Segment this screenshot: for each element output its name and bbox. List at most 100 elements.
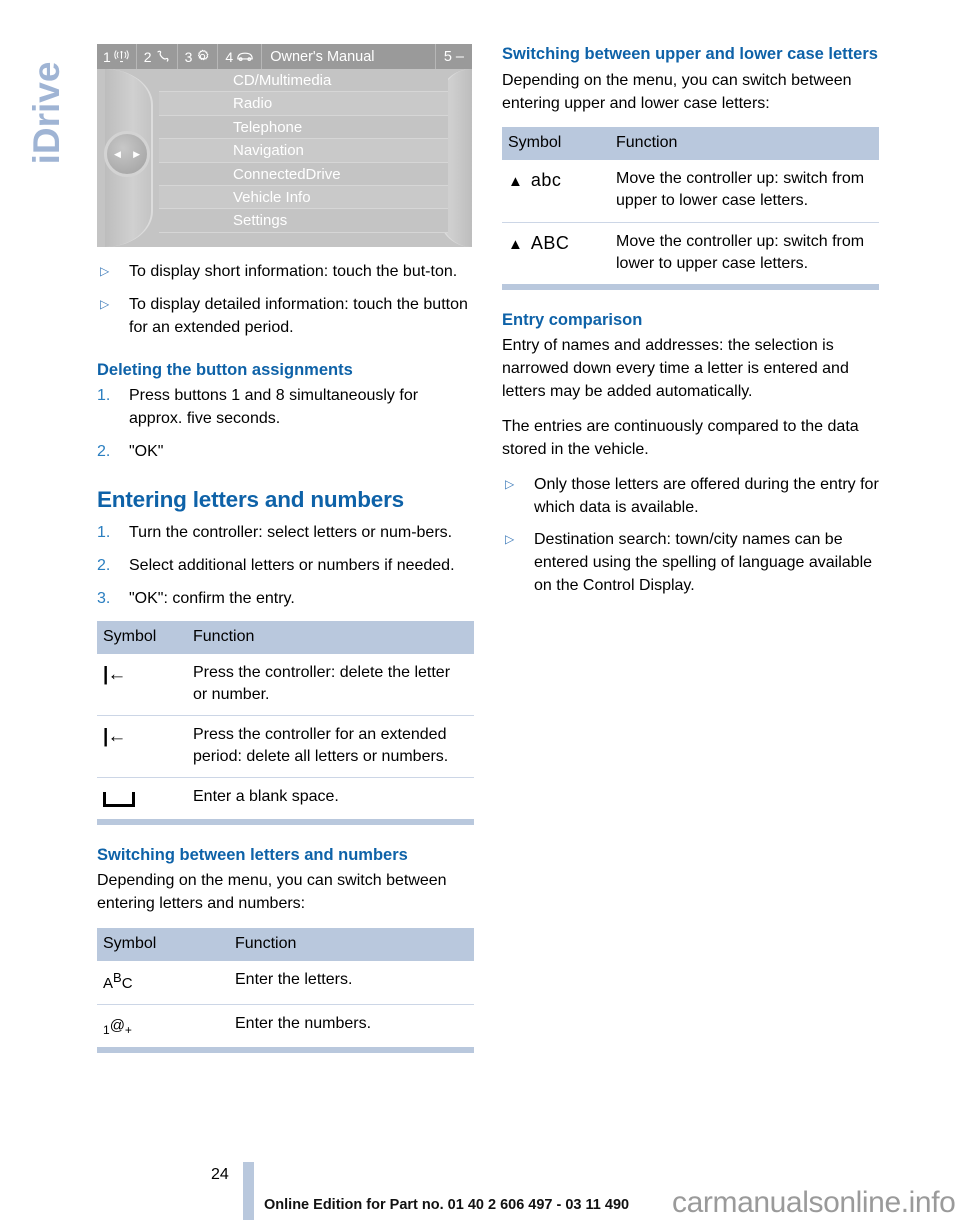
idrive-tab-3[interactable]: 3 [178, 44, 219, 69]
triangle-bullet-icon: ▷ [100, 296, 110, 311]
numbers-symbols-icon: 1@+ [103, 1016, 132, 1037]
footer-edition-text: Online Edition for Part no. 01 40 2 606 … [264, 1197, 630, 1213]
list-item: ▷ Only those letters are offered during … [502, 474, 879, 520]
list-item: 2. "OK" [97, 441, 474, 464]
table-cell-function: Enter the letters. [235, 971, 353, 989]
paragraph-switching-letters-numbers: Depending on the menu, you can switch be… [97, 872, 447, 913]
table-row: |← Press the controller: delete the lett… [97, 654, 474, 716]
idrive-menu-item[interactable]: CD/Multimedia [159, 69, 448, 93]
step-number: 1. [97, 524, 111, 542]
idrive-menu-item[interactable]: Settings [159, 209, 448, 233]
table-cell-symbol: |← [97, 654, 187, 716]
list-item-text: Turn the controller: select letters or n… [129, 524, 453, 542]
idrive-title: Owner's Manual [270, 48, 375, 65]
table-bottom-band [97, 1047, 474, 1054]
paragraph-entry-comparison-2: The entries are continuously compared to… [502, 417, 859, 458]
left-column: 1 2 3 4 Owner's Manual 5 – ◀ ▶ CD/Multim… [97, 44, 474, 1054]
triangle-bullet-icon: ▷ [505, 532, 515, 547]
idrive-tab-1[interactable]: 1 [97, 44, 137, 69]
idrive-topbar: 1 2 3 4 Owner's Manual 5 – [97, 44, 472, 69]
idrive-menu-item[interactable]: Radio [159, 92, 448, 116]
telephone-handset-icon [155, 49, 170, 64]
entry-comparison-bullet-list: ▷ Only those letters are offered during … [502, 474, 879, 598]
step-number: 2. [97, 557, 111, 575]
step-number: 1. [97, 387, 111, 405]
manual-page: iDrive 1 2 3 4 Owner's Manual 5 – ◀ ▶ CD… [0, 0, 960, 1222]
idrive-tab-2-number: 2 [143, 48, 152, 65]
table-header-row: Symbol Function [502, 127, 879, 161]
backspace-icon: |← [103, 663, 126, 685]
right-column: Switching between upper and lower case l… [502, 44, 879, 608]
deleting-steps-list: 1. Press buttons 1 and 8 simultaneously … [97, 385, 474, 464]
table-header-row: Symbol Function [97, 620, 474, 654]
abc-letters-icon: ABC [103, 970, 133, 993]
list-item: 3. "OK": confirm the entry. [97, 588, 474, 611]
list-item-text: "OK": confirm the entry. [129, 590, 295, 608]
paragraph-entry-comparison-1: Entry of names and addresses: the select… [502, 337, 849, 401]
chapter-tab: iDrive [0, 30, 90, 230]
table-header-function: Function [610, 127, 879, 161]
radio-antenna-icon [114, 49, 129, 64]
table-header-symbol: Symbol [97, 928, 229, 962]
list-item: 1. Turn the controller: select letters o… [97, 522, 474, 545]
idrive-body: ◀ ▶ CD/Multimedia Radio Telephone Naviga… [97, 69, 472, 247]
table-row: ABC Enter the letters. [97, 961, 474, 1004]
list-item: ▷ To display short information: touch th… [97, 261, 474, 284]
triangle-up-icon: ▲ [508, 235, 523, 253]
heading-entry-comparison: Entry comparison [502, 310, 643, 329]
idrive-tab-2[interactable]: 2 [137, 44, 178, 69]
idrive-tab-4[interactable]: 4 [218, 44, 263, 69]
backspace-icon: |← [103, 726, 126, 748]
table-cell-function: Press the controller: delete the letter … [193, 663, 451, 704]
idrive-controller-knob[interactable]: ◀ ▶ [104, 131, 150, 177]
step-number: 2. [97, 443, 111, 460]
table-cell-function: Press the controller for an extended per… [187, 715, 474, 778]
entering-steps-list: 1. Turn the controller: select letters o… [97, 522, 474, 611]
list-item: 1. Press buttons 1 and 8 simultaneously … [97, 385, 474, 431]
space-bar-icon [103, 792, 135, 808]
table-cell-symbol: |← [97, 715, 187, 778]
idrive-menu-item[interactable]: Vehicle Info [159, 185, 448, 210]
table-header-symbol: Symbol [502, 127, 610, 161]
triangle-up-icon: ▲ [508, 173, 523, 191]
idrive-menu-list: CD/Multimedia Radio Telephone Navigation… [159, 69, 448, 233]
idrive-menu-item[interactable]: Navigation [159, 139, 448, 163]
idrive-tab-4-number: 4 [225, 48, 234, 65]
list-item: ▷ Destination search: town/city names ca… [502, 529, 879, 598]
table-header-row: Symbol Function [97, 928, 474, 962]
table-cell-symbol: ▲ ABC [502, 221, 610, 284]
list-item: 2. Select additional letters or numbers … [97, 555, 474, 578]
lowercase-label: abc [530, 170, 562, 191]
symbol-function-table-case: Symbol Function ▲ abc Move the controller… [502, 127, 879, 284]
table-cell-symbol: 1@+ [97, 1003, 229, 1048]
list-item-text: Press buttons 1 and 8 simultaneously for… [129, 387, 419, 428]
heading-switching-letters-numbers: Switching between letters and numbers [97, 845, 408, 864]
table-row: ▲ ABC Move the controller up: switch from… [502, 221, 879, 284]
table-cell-symbol: ABC [97, 961, 229, 1004]
table-row: Enter a blank space. [97, 777, 474, 819]
list-item-text: Select additional letters or numbers if … [129, 557, 455, 575]
knob-right-arrow-icon: ▶ [133, 148, 140, 159]
table-bottom-band [502, 283, 879, 290]
chapter-tab-label: iDrive [26, 61, 67, 165]
idrive-menu-item[interactable]: ConnectedDrive [159, 162, 448, 186]
watermark: carmanualsonline.info [672, 1186, 956, 1219]
table-header-function: Function [229, 928, 474, 962]
idrive-menu-item[interactable]: Telephone [159, 115, 448, 140]
table-cell-symbol: ▲ abc [502, 160, 610, 222]
intro-bullet-list: ▷ To display short information: touch th… [97, 261, 474, 340]
step-number: 3. [97, 590, 111, 608]
list-item-text: To display detailed information: touch t… [129, 295, 468, 336]
uppercase-label: ABC [530, 232, 570, 253]
table-header-function: Function [187, 620, 474, 654]
idrive-tab-3-number: 3 [184, 48, 193, 65]
knob-left-arrow-icon: ◀ [114, 148, 121, 159]
idrive-tab-1-number: 1 [103, 48, 111, 65]
table-cell-function: Enter a blank space. [187, 777, 474, 819]
table-row: 1@+ Enter the numbers. [97, 1003, 474, 1048]
list-item: ▷ To display detailed information: touch… [97, 294, 474, 340]
idrive-tab-5[interactable]: 5 – [434, 44, 472, 69]
table-cell-function: Enter the numbers. [229, 1003, 474, 1048]
table-row: ▲ abc Move the controller up: switch from… [502, 160, 879, 222]
heading-deleting-button-assignments: Deleting the button assignments [97, 360, 353, 379]
